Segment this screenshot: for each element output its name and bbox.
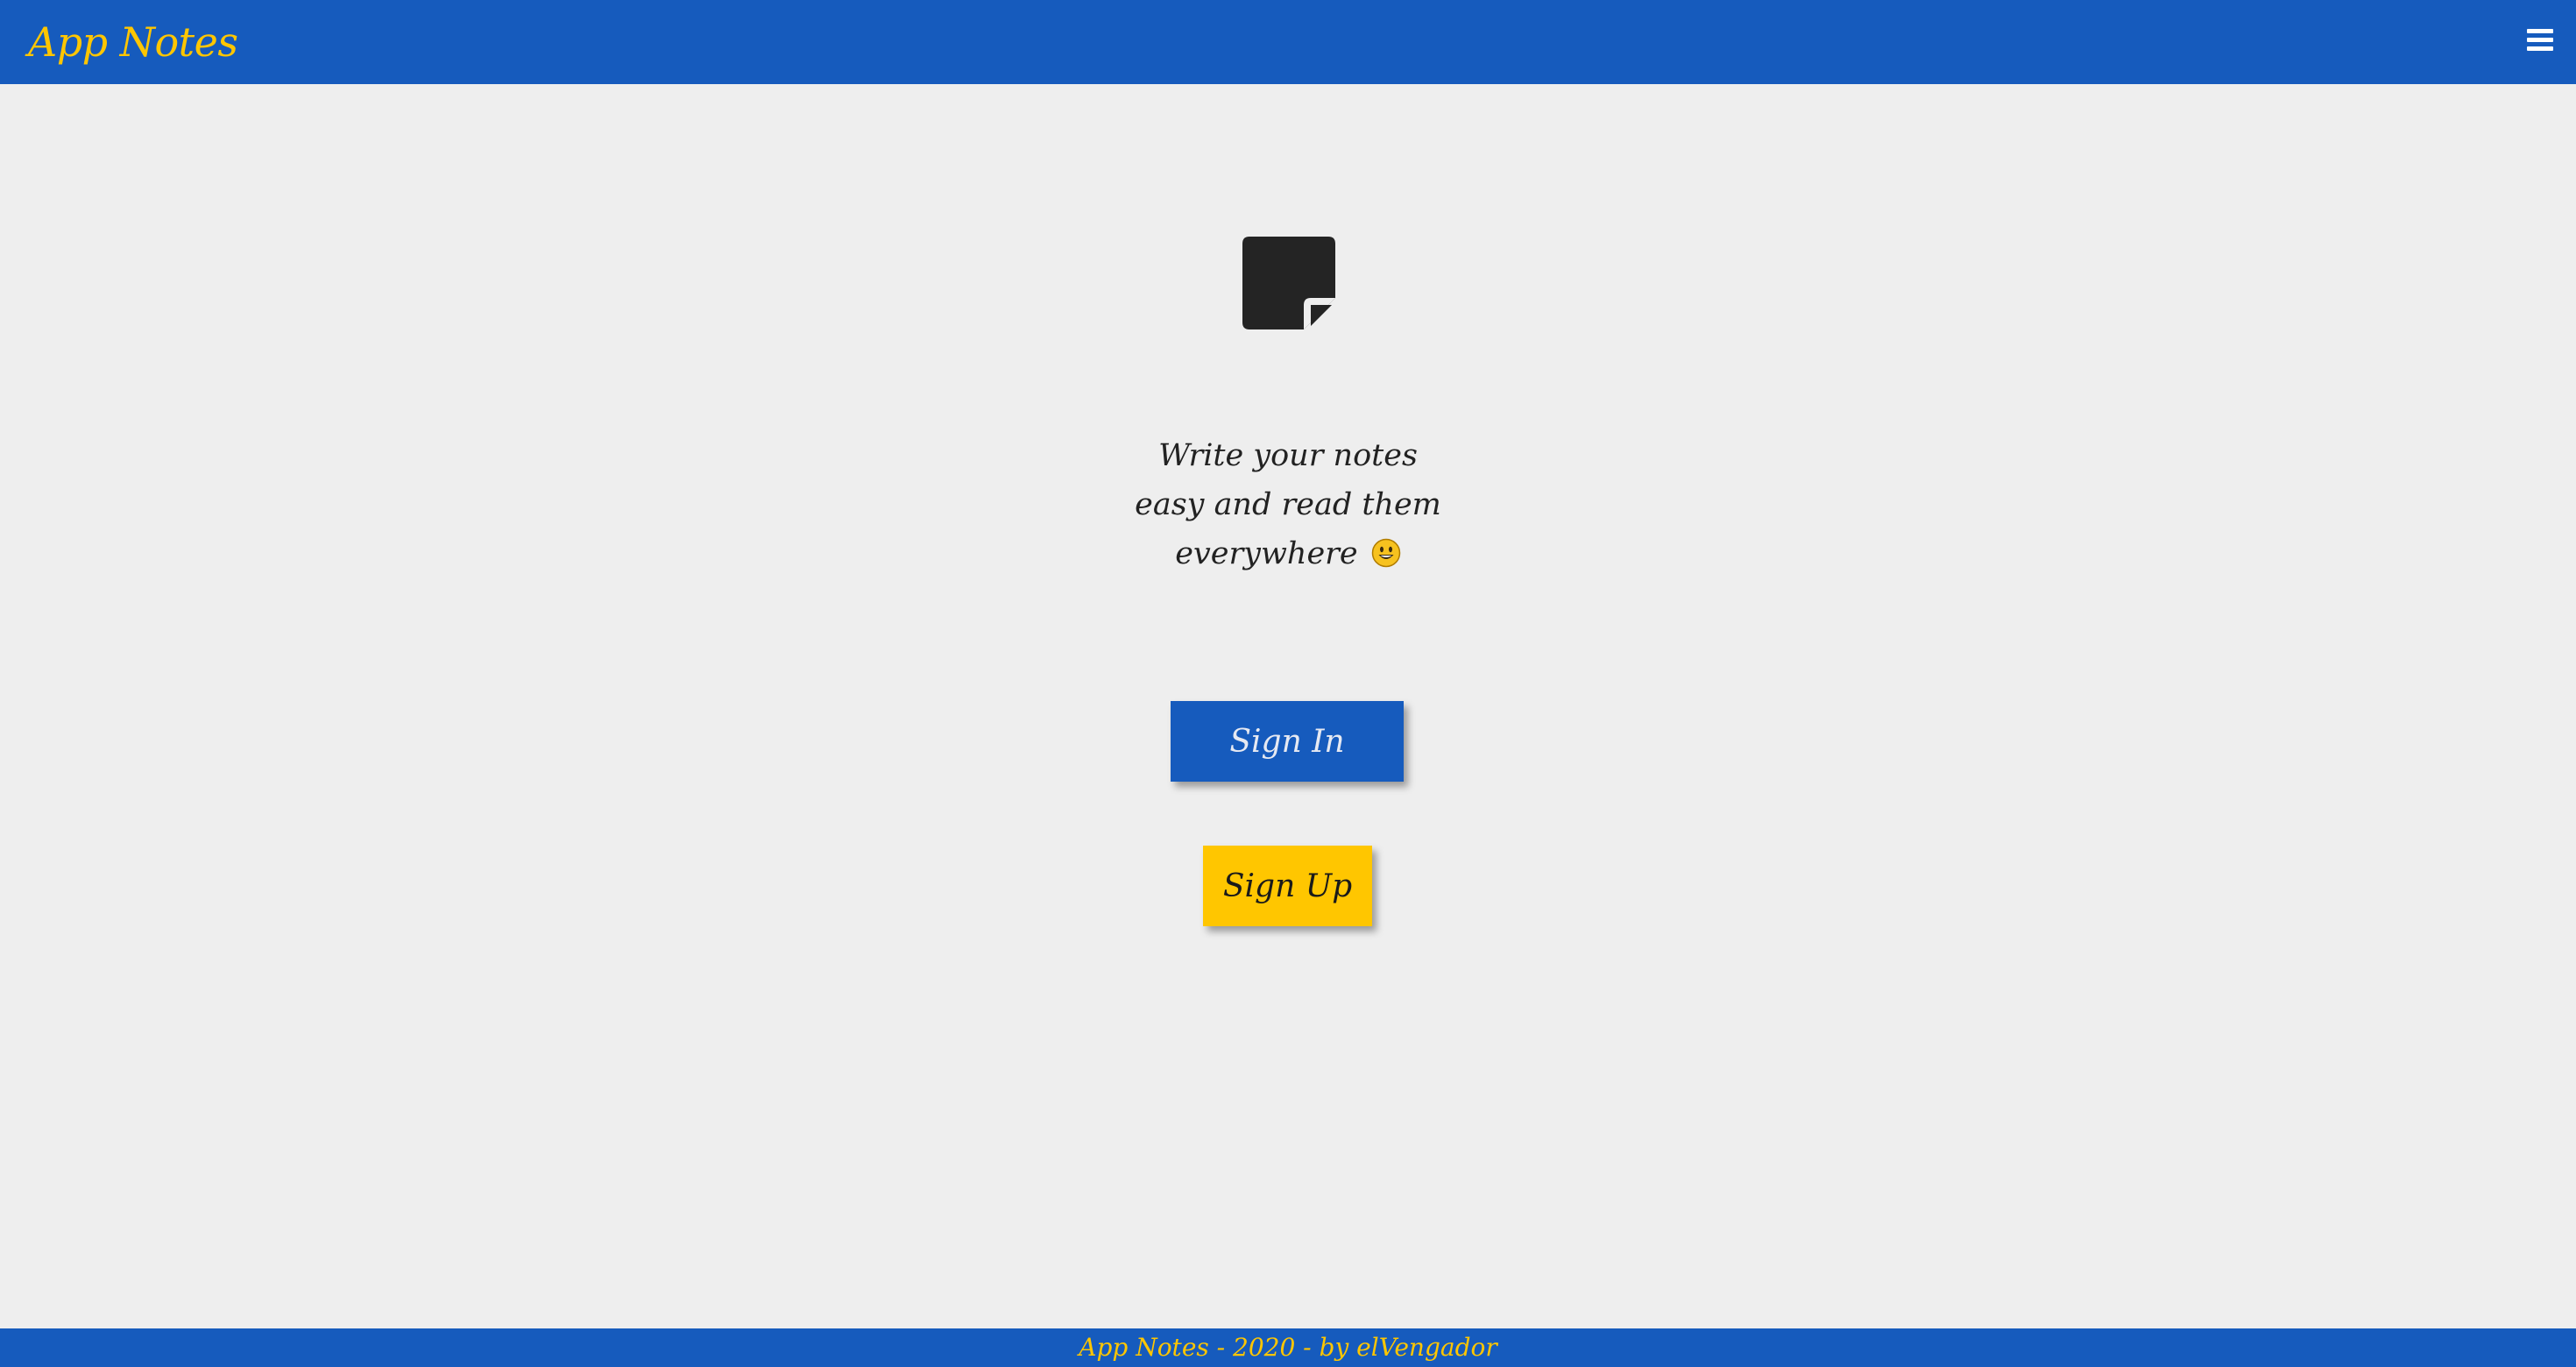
sign-up-button[interactable]: Sign Up xyxy=(1203,846,1372,926)
footer: App Notes - 2020 - by elVengador xyxy=(0,1328,2576,1367)
menu-bar xyxy=(2527,46,2553,51)
footer-credits: App Notes - 2020 - by elVengador xyxy=(1079,1333,1497,1362)
tagline-line: easy and read them xyxy=(1135,487,1441,522)
sticky-note-icon xyxy=(1242,237,1335,329)
top-navbar: App Notes xyxy=(0,0,2576,84)
menu-bar xyxy=(2527,29,2553,33)
tagline-line: Write your notes xyxy=(1158,438,1418,473)
tagline-line: everywhere xyxy=(1175,536,1368,571)
tagline: Write your notes easy and read them ever… xyxy=(1025,431,1551,578)
menu-bar xyxy=(2527,38,2553,42)
tagline-line-with-emoji: everywhere xyxy=(1025,529,1551,578)
smiley-face-icon xyxy=(1371,538,1400,568)
sign-in-button[interactable]: Sign In xyxy=(1171,701,1404,782)
hamburger-menu-icon[interactable] xyxy=(2527,27,2553,53)
brand-logo[interactable]: App Notes xyxy=(28,16,238,68)
landing-page: App Notes Write your notes easy and read… xyxy=(0,0,2576,1367)
